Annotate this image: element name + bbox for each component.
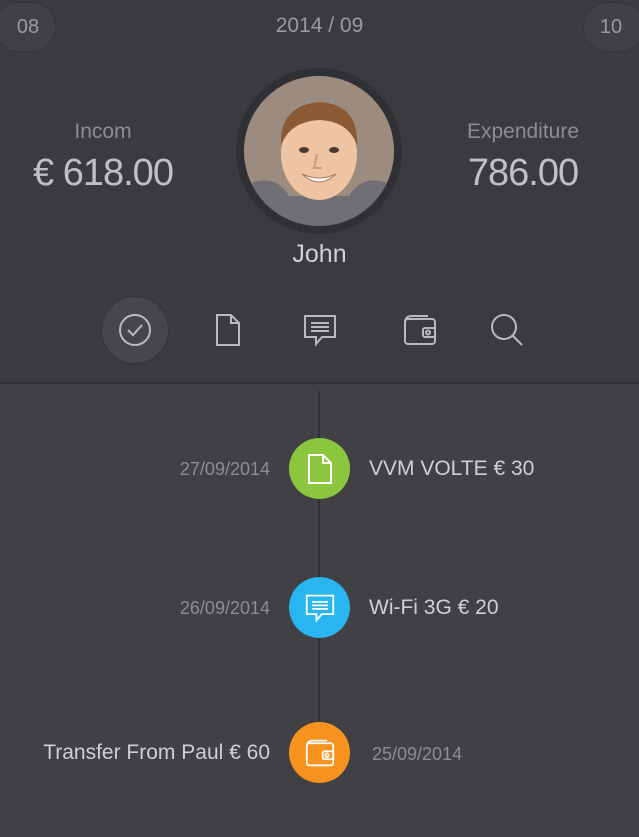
timeline-entry-2-title[interactable]: Wi-Fi 3G € 20 xyxy=(369,596,499,620)
income-label: Incom xyxy=(74,120,132,143)
avatar-photo xyxy=(244,76,394,226)
search-tab[interactable] xyxy=(473,296,541,364)
search-icon xyxy=(491,314,523,346)
timeline-entry-1-date: 27/09/2014 xyxy=(179,459,270,479)
timeline-entry-3-title[interactable]: Transfer From Paul € 60 xyxy=(43,741,270,765)
income-value: € 618.00 xyxy=(33,152,174,194)
expenditure-value: 786.00 xyxy=(467,152,579,194)
toolbar xyxy=(0,296,639,364)
wallet-tab[interactable] xyxy=(386,296,454,364)
document-icon xyxy=(216,314,240,346)
chat-icon xyxy=(304,315,336,347)
timeline-entry-3-icon-button[interactable] xyxy=(289,722,350,783)
timeline-entry-1-icon-button[interactable] xyxy=(289,438,350,499)
wallet-icon xyxy=(305,739,334,766)
wallet-icon xyxy=(404,315,436,345)
check-tab[interactable] xyxy=(101,296,169,364)
chat-tab[interactable] xyxy=(286,296,354,364)
avatar-ring[interactable] xyxy=(236,68,402,234)
user-name: John xyxy=(292,240,347,268)
header: 08 2014 / 09 10 Incom € 618.00 Expenditu… xyxy=(0,0,639,383)
document-icon xyxy=(307,453,332,484)
timeline-entry-2-date: 26/09/2014 xyxy=(179,598,270,618)
timeline-entry-3-date: 25/09/2014 xyxy=(372,744,463,764)
header-divider xyxy=(0,382,639,384)
current-month: 2014 / 09 xyxy=(275,14,364,37)
timeline-entry-2-icon-button[interactable] xyxy=(289,577,350,638)
check-circle-icon xyxy=(119,314,151,346)
avatar[interactable] xyxy=(244,76,394,226)
timeline-entry-1-title[interactable]: VVM VOLTE € 30 xyxy=(369,457,534,481)
next-month-button[interactable]: 10 xyxy=(583,2,639,52)
chat-icon xyxy=(305,594,334,623)
expenditure-summary: Expenditure 786.00 xyxy=(413,120,633,195)
next-month-label: 10 xyxy=(599,15,623,38)
income-summary: Incom € 618.00 xyxy=(0,120,213,195)
expenditure-label: Expenditure xyxy=(466,120,580,143)
document-tab[interactable] xyxy=(194,296,262,364)
